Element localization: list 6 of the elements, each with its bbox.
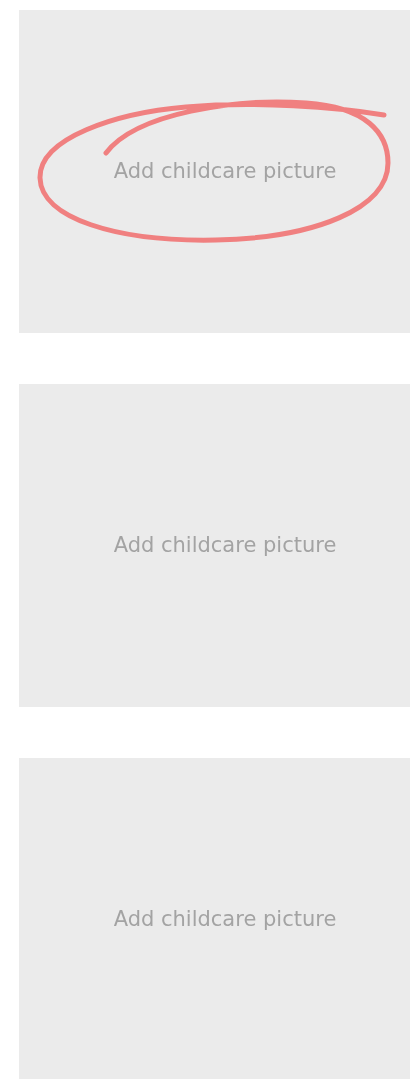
placeholder-label: Add childcare picture	[113, 157, 337, 185]
picture-placeholder[interactable]: Add childcare picture	[19, 758, 410, 1079]
picture-placeholder[interactable]: Add childcare picture	[19, 384, 410, 707]
placeholder-label: Add childcare picture	[113, 531, 337, 559]
picture-placeholder[interactable]: Add childcare picture	[19, 10, 410, 333]
placeholder-label: Add childcare picture	[113, 905, 337, 933]
